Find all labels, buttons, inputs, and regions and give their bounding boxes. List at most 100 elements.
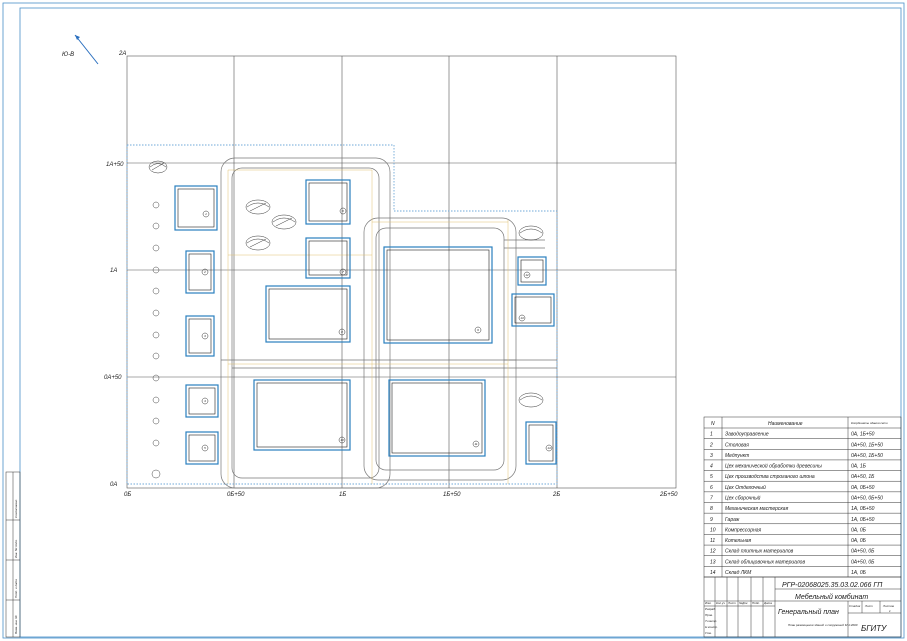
- legend-row-number: 13: [710, 559, 716, 565]
- side-stamp-cell: Инв. № подл.: [14, 539, 18, 558]
- coordinate-grid: [126, 55, 677, 489]
- legend-row-coord: 0А+50, 0Б+50: [851, 496, 883, 502]
- building-11: [388, 379, 486, 457]
- grid-left-label: 1А+50: [106, 162, 124, 168]
- building-number: 9: [477, 328, 479, 332]
- building-number: 5: [204, 446, 206, 450]
- stamp-col-sheet: Лист: [864, 604, 873, 608]
- building-number: 3: [204, 334, 206, 338]
- legend-row-number: 9: [710, 517, 713, 523]
- legend-row-coord: 0А+50, 1Б: [851, 474, 875, 480]
- stamp-project: Мебельный комбинат: [795, 593, 868, 601]
- stamp-col-stage: Стадия: [849, 604, 861, 608]
- building-number: 2: [203, 270, 206, 274]
- legend-row-name: Склад плитных материалов: [725, 549, 794, 555]
- legend-row-coord: 0А+50, 0Б: [851, 549, 875, 555]
- stamp-prov: Пров.: [705, 613, 713, 617]
- legend-row-number: 7: [710, 496, 713, 502]
- stamp-org: БГИТУ: [861, 624, 887, 633]
- stamp-h-podp: Подп.: [752, 601, 760, 605]
- legend-row-coord: 1А, 0Б+50: [851, 517, 875, 523]
- grid-left-label: 1А: [110, 268, 117, 274]
- legend-row-coord: 0А+50, 0Б: [851, 559, 875, 565]
- legend-row-coord: 1А, 0Б: [851, 570, 867, 576]
- stamp-razrab: Разраб.: [705, 607, 716, 611]
- legend-rows: 1 Заводоуправление 0А, 1Б+50 2 Столовая 0А+50…: [704, 432, 901, 576]
- legend-row-name: Компрессорная: [725, 527, 762, 533]
- building-number: 6: [342, 209, 344, 213]
- legend-header-n: N: [711, 421, 715, 427]
- building-9: [383, 246, 493, 344]
- legend-header-name: Наименование: [768, 421, 803, 427]
- stamp-sheet-title: Генеральный план: [778, 608, 839, 616]
- legend-row-coord: 0А, 1Б: [851, 464, 867, 470]
- stamp-h-list: Лист: [727, 601, 736, 605]
- tree-icon: [148, 160, 544, 408]
- building-number: 12: [525, 273, 529, 277]
- legend-row-number: 1: [710, 432, 713, 438]
- sheet-frame: [2, 2, 905, 639]
- stamp-h-koluch: Кол.уч: [716, 601, 725, 605]
- legend-header-coord: Координаты здания сети: [851, 421, 888, 425]
- legend-row-coord: 0А, 0Б+50: [851, 485, 875, 491]
- utility-lines: [227, 169, 509, 484]
- legend-row-coord: 1А, 0Б+50: [851, 506, 875, 512]
- legend-row-number: 12: [710, 549, 716, 555]
- legend-row-name: Склад ЛКМ: [725, 570, 752, 576]
- grid-bottom-label: 1Б+50: [443, 492, 461, 498]
- building-10: [253, 379, 351, 451]
- legend-row-number: 10: [710, 527, 716, 533]
- side-stamp-cell: Подп. и дата: [14, 579, 18, 598]
- side-stamp-cell: Взам. инв. №: [14, 615, 18, 634]
- grid-left-label: 0А+50: [104, 375, 122, 381]
- legend-row-name: Цех сборочный: [725, 495, 761, 502]
- legend-row-number: 4: [710, 464, 713, 470]
- stamp-h-izm: Изм.: [705, 601, 712, 605]
- building-number: 14: [547, 446, 551, 450]
- grid-top-label: 2А: [118, 51, 126, 57]
- stamp-code: РГР-02068025.35.03.02.066 ГП: [782, 582, 883, 589]
- legend-row-name: Цех производства строганого шпона: [725, 474, 815, 480]
- legend-row-name: Заводоуправление: [725, 432, 769, 438]
- stamp-utv: Утв.: [705, 631, 712, 635]
- legend-row-name: Цех механической обработки древесины: [725, 463, 822, 470]
- stamp-tkontr: Т.контр.: [705, 619, 717, 623]
- building-8: [265, 285, 351, 343]
- building-3: [185, 315, 215, 357]
- legend-row-name: Гараж: [725, 517, 740, 523]
- north-label: Ю-В: [62, 52, 74, 58]
- stamp-h-ndok: №Док.: [739, 601, 748, 605]
- north-arrow-icon: [74, 34, 99, 65]
- legend-row-name: Столовая: [725, 442, 749, 448]
- legend-row-coord: 0А+50, 1Б+50: [851, 442, 883, 448]
- stamp-sheets-value: 1: [889, 609, 891, 613]
- building-number: 8: [341, 330, 343, 334]
- legend-row-coord: 0А+50, 1Б+50: [851, 453, 883, 459]
- drawing-frame: [19, 7, 902, 638]
- building-2: [185, 250, 215, 294]
- building-4: [185, 384, 219, 418]
- building-14: [525, 421, 557, 465]
- legend-row-number: 6: [710, 485, 713, 491]
- building-number: 4: [204, 399, 206, 403]
- general-plan-drawing: Ю-В 2А 1А+50 1А 0А+50 0А 0Б 0Б+50 1Б 1Б+…: [2, 2, 905, 639]
- stamp-h-data: Дата: [763, 601, 772, 605]
- building-number: 7: [342, 270, 344, 274]
- building-number-labels: 12345678 91011121314: [203, 209, 551, 450]
- building-number: 11: [474, 442, 477, 446]
- side-stamp-cell: Согласовано: [14, 499, 18, 518]
- legend-row-number: 11: [710, 538, 715, 544]
- round-tree-icon: [151, 201, 161, 479]
- legend-row-number: 5: [710, 474, 713, 480]
- legend-row-number: 14: [710, 570, 716, 576]
- building-number: 10: [340, 438, 344, 442]
- building-1: [174, 185, 218, 231]
- building-6: [305, 179, 351, 225]
- building-12: [517, 256, 547, 286]
- stamp-col-sheets: Листов: [882, 604, 894, 608]
- grid-bottom-label: 0Б+50: [227, 492, 245, 498]
- legend-row-number: 8: [710, 506, 713, 512]
- building-number: 1: [205, 212, 207, 216]
- legend-row-number: 3: [710, 453, 713, 459]
- grid-bottom-label: 2Б+50: [659, 492, 678, 498]
